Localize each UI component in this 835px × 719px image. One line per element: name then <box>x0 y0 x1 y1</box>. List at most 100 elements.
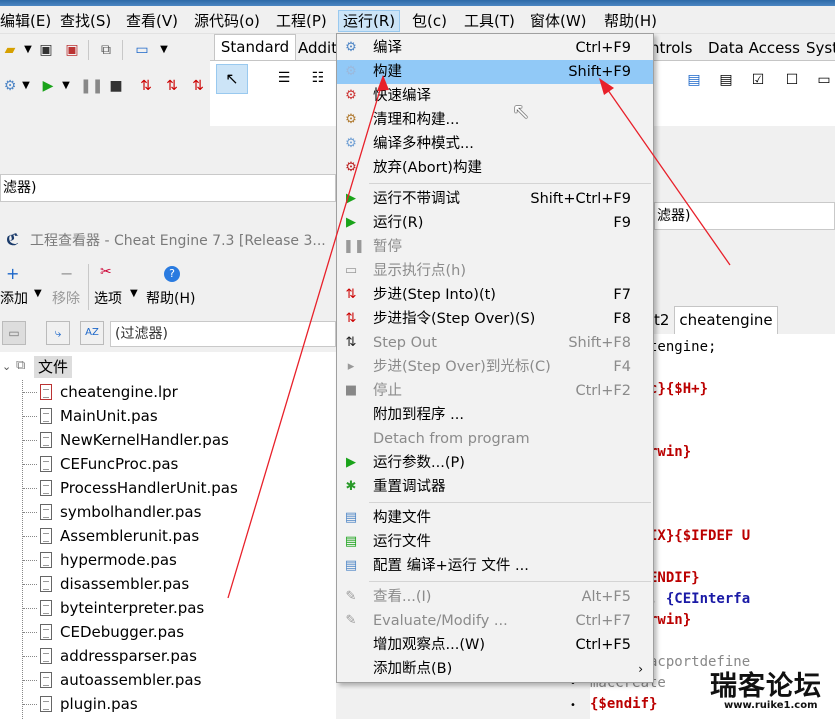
component-icon[interactable]: ▭ <box>814 70 834 90</box>
tab-controls[interactable]: ntrols <box>650 36 708 60</box>
stop-icon[interactable]: ■ <box>106 76 126 96</box>
dropdown-arrow-icon[interactable]: ▼ <box>18 40 38 60</box>
menu-run[interactable]: 运行(R) <box>338 10 401 32</box>
component-icon[interactable]: ☑ <box>748 70 768 90</box>
file-row[interactable]: disassembler.pas <box>40 572 189 596</box>
tab-system[interactable]: Syst <box>806 36 835 60</box>
dropdown-arrow-icon[interactable]: ▼ <box>16 76 36 96</box>
dropdown-arrow-icon[interactable]: ▼ <box>154 40 174 60</box>
menu-view[interactable]: 查看(V) <box>122 10 182 32</box>
menu-item-label: 运行文件 <box>373 534 431 550</box>
file-name: plugin.pas <box>60 695 138 713</box>
tab-standard[interactable]: Standard <box>214 34 296 60</box>
menu-separator <box>369 183 651 184</box>
menu-window[interactable]: 窗体(W) <box>526 10 591 32</box>
menu-item-shortcut: F7 <box>613 287 631 303</box>
help-icon[interactable]: ? <box>164 266 180 282</box>
dropdown-arrow-icon[interactable]: ▼ <box>56 76 76 96</box>
add-button[interactable]: 添加 <box>0 288 28 308</box>
toggle-view-icon[interactable]: ▭ <box>2 321 26 345</box>
pointer-tool-icon[interactable]: ↖ <box>216 64 248 94</box>
file-row[interactable]: symbolhandler.pas <box>40 500 201 524</box>
step-out-icon[interactable]: ⇅ <box>188 76 208 96</box>
file-row[interactable]: hypermode.pas <box>40 548 177 572</box>
file-row[interactable]: CEDebugger.pas <box>40 620 184 644</box>
collapse-icon[interactable]: ⌄ <box>2 360 11 373</box>
tab-data-access[interactable]: Data Access <box>708 36 802 60</box>
menu-help[interactable]: 帮助(H) <box>600 10 661 32</box>
open-folder-icon[interactable]: ▰ <box>0 40 20 60</box>
tree-connector <box>23 584 37 585</box>
component-icon[interactable]: ▤ <box>716 70 736 90</box>
save-icon[interactable]: ▣ <box>36 40 56 60</box>
sort-alpha-icon[interactable]: AZ <box>80 321 104 345</box>
run-menu-item[interactable]: ▶ 运行(R) F9 <box>337 211 653 235</box>
file-row[interactable]: NewKernelHandler.pas <box>40 428 229 452</box>
files-folder-label[interactable]: 文件 <box>34 356 73 378</box>
run-menu-item[interactable]: ▶ 运行参数...(P) <box>337 451 653 475</box>
run-menu-item[interactable]: ⚙ 清理和构建... <box>337 108 653 132</box>
menu-item-label: 暂停 <box>373 239 402 255</box>
menu-item-label: 放弃(Abort)构建 <box>373 160 482 176</box>
run-menu-item[interactable]: ▤ 运行文件 <box>337 530 653 554</box>
options-button[interactable]: 选项 <box>94 288 122 308</box>
file-row[interactable]: CEFuncProc.pas <box>40 452 178 476</box>
step-into-icon: ⇅ <box>345 287 357 302</box>
run-menu-item[interactable]: 附加到程序 ... <box>337 403 653 427</box>
run-menu-item[interactable]: ⚙ 构建 Shift+F9 <box>337 60 653 84</box>
file-row[interactable]: cheatengine.lpr <box>40 380 178 404</box>
watermark-main: 瑞客论坛 <box>710 671 822 702</box>
component-icon[interactable]: ☐ <box>782 70 802 90</box>
dropdown-arrow-icon[interactable]: ▼ <box>130 288 138 299</box>
options-icon[interactable]: ✂ <box>100 264 112 280</box>
menu-search[interactable]: 查找(S) <box>56 10 115 32</box>
component-icon[interactable]: ☰ <box>274 68 294 88</box>
add-icon[interactable]: + <box>6 264 19 283</box>
run-menu-item[interactable]: ▤ 构建文件 <box>337 506 653 530</box>
run-menu-item[interactable]: ⚙ 编译多种模式... <box>337 132 653 156</box>
menu-separator <box>369 581 651 582</box>
run-menu-item[interactable]: ⚙ 快速编译 <box>337 84 653 108</box>
filter-input-right[interactable]: 滤器) <box>654 202 835 230</box>
run-menu-item[interactable]: 添加断点(B) › <box>337 657 653 681</box>
toggle-form-icon[interactable]: ⧉ <box>96 40 116 60</box>
run-menu-item[interactable]: ⚙ 编译 Ctrl+F9 <box>337 36 653 60</box>
show-directories-icon[interactable]: ⤷ <box>46 321 70 345</box>
step-over-icon[interactable]: ⇅ <box>162 76 182 96</box>
file-row[interactable]: byteinterpreter.pas <box>40 596 204 620</box>
pause-icon[interactable]: ❚❚ <box>80 76 103 96</box>
menu-tools[interactable]: 工具(T) <box>460 10 519 32</box>
menu-project[interactable]: 工程(P) <box>272 10 331 32</box>
menu-edit[interactable]: 编辑(E) <box>0 10 55 32</box>
file-row[interactable]: autoassembler.pas <box>40 668 201 692</box>
file-row[interactable]: ProcessHandlerUnit.pas <box>40 476 238 500</box>
menu-source[interactable]: 源代码(o) <box>190 10 264 32</box>
file-row[interactable]: MainUnit.pas <box>40 404 158 428</box>
run-menu-item[interactable]: ▤ 配置 编译+运行 文件 ... <box>337 554 653 578</box>
project-filter-input[interactable]: (过滤器) <box>110 321 336 347</box>
component-icon[interactable]: ▤ <box>684 70 704 90</box>
filter-input-left[interactable]: 滤器) <box>0 174 336 202</box>
help-button[interactable]: 帮助(H) <box>146 288 195 308</box>
view-forms-icon[interactable]: ▭ <box>132 40 152 60</box>
play-no-debug-icon: ▶ <box>346 191 356 206</box>
run-menu-item[interactable]: ⇅ 步进(Step Into)(t) F7 <box>337 283 653 307</box>
run-menu-item[interactable]: ▶ 运行不带调试 Shift+Ctrl+F9 <box>337 187 653 211</box>
run-menu-item[interactable]: 增加观察点...(W) Ctrl+F5 <box>337 633 653 657</box>
run-menu-item[interactable]: ✱ 重置调试器 <box>337 475 653 499</box>
editor-tab-unit2[interactable]: t2 <box>654 308 674 334</box>
dropdown-arrow-icon[interactable]: ▼ <box>34 288 42 299</box>
editor-tab-cheatengine[interactable]: cheatengine <box>674 306 778 334</box>
component-icon[interactable]: ☷ <box>308 68 328 88</box>
menu-package[interactable]: 包(c) <box>408 10 451 32</box>
run-menu-item: ■ 停止 Ctrl+F2 <box>337 379 653 403</box>
run-menu-item[interactable]: ⇅ 步进指令(Step Over)(S) F8 <box>337 307 653 331</box>
file-row[interactable]: plugin.pas <box>40 692 138 716</box>
bug-icon: ✱ <box>345 479 357 494</box>
save-all-icon[interactable]: ▣ <box>62 40 82 60</box>
step-into-icon[interactable]: ⇅ <box>136 76 156 96</box>
run-menu-item[interactable]: ⚙ 放弃(Abort)构建 <box>337 156 653 180</box>
run-icon[interactable]: ▶ <box>38 76 58 96</box>
file-row[interactable]: addressparser.pas <box>40 644 197 668</box>
file-row[interactable]: Assemblerunit.pas <box>40 524 199 548</box>
